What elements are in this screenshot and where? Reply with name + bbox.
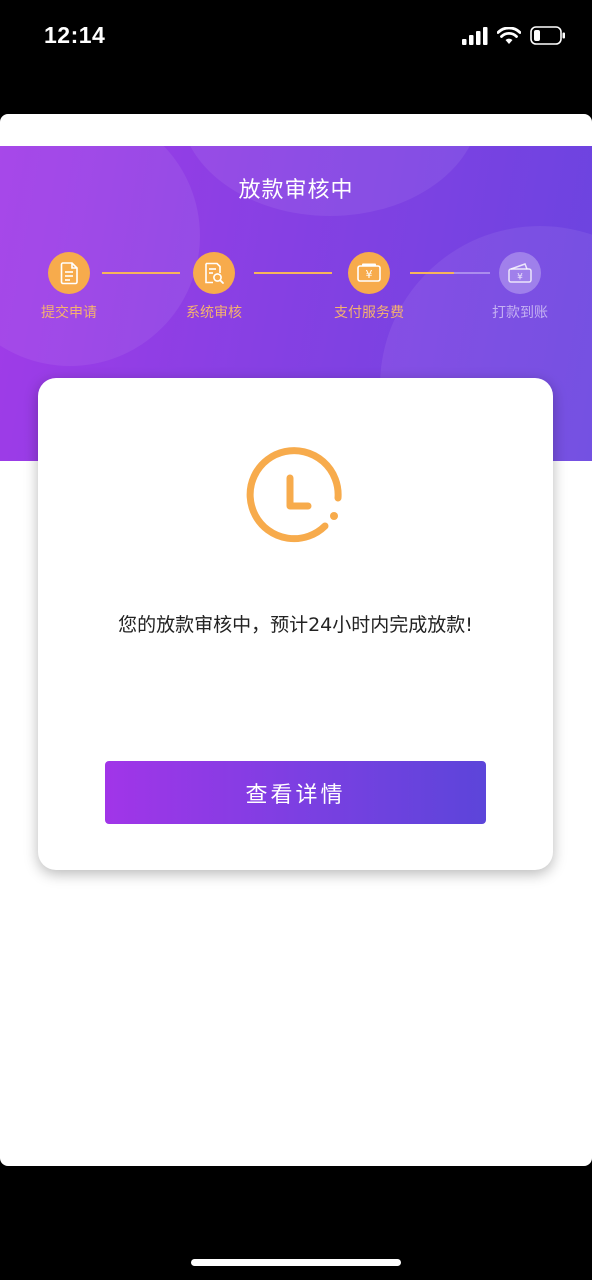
clock-icon	[246, 447, 342, 543]
step-circle: ¥	[499, 252, 541, 294]
step-label: 系统审核	[186, 305, 242, 321]
svg-text:¥: ¥	[366, 268, 373, 281]
view-details-button[interactable]: 查看详情	[105, 761, 486, 824]
status-time: 12:14	[44, 22, 106, 48]
step-label: 提交申请	[41, 305, 97, 321]
step-pay-service-fee: ¥ 支付服务费	[314, 252, 424, 322]
payment-icon: ¥	[357, 263, 381, 282]
signal-icon	[462, 26, 488, 45]
status-icons	[462, 26, 566, 45]
step-funds-received: ¥ 打款到账	[465, 252, 575, 322]
step-label: 支付服务费	[334, 305, 404, 321]
progress-steps: 提交申请 系统审核 ¥ 支付服务费 ¥ 打款到账	[0, 252, 592, 332]
step-label: 打款到账	[492, 305, 548, 321]
wallet-icon: ¥	[508, 263, 532, 283]
status-bar: 12:14	[0, 0, 592, 70]
document-icon	[60, 262, 78, 285]
svg-text:¥: ¥	[517, 273, 523, 283]
status-card: 您的放款审核中，预计24小时内完成放款! 查看详情	[38, 378, 553, 870]
status-message: 您的放款审核中，预计24小时内完成放款!	[118, 614, 473, 636]
step-submit-application: 提交申请	[14, 252, 124, 322]
step-circle	[193, 252, 235, 294]
wifi-icon	[497, 26, 521, 44]
step-system-review: 系统审核	[159, 252, 269, 322]
page-title: 放款审核中	[238, 178, 354, 203]
battery-icon	[530, 26, 565, 45]
content-sheet: 放款审核中 提交申请 系统审核 ¥ 支付服务费 ¥ 打款到账 您的放款审核中，预…	[0, 114, 592, 1166]
document-search-icon	[205, 262, 224, 284]
home-indicator[interactable]	[191, 1259, 401, 1266]
step-circle: ¥	[348, 252, 390, 294]
step-circle	[48, 252, 90, 294]
